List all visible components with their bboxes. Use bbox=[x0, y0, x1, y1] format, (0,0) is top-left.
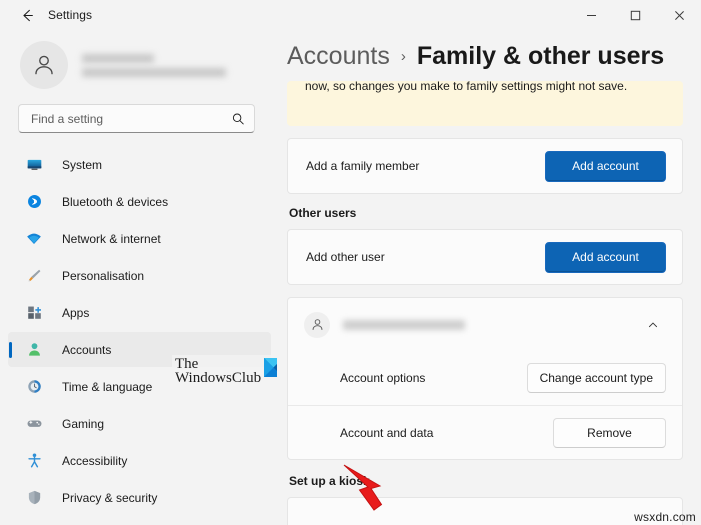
sidebar-item-privacy-security[interactable]: Privacy & security bbox=[8, 480, 271, 515]
sidebar-item-system[interactable]: System bbox=[8, 147, 271, 182]
back-arrow-icon bbox=[20, 8, 35, 23]
windowsclub-logo-icon bbox=[264, 358, 277, 377]
kiosk-card bbox=[287, 497, 683, 525]
settings-window: Settings bbox=[0, 0, 701, 525]
sidebar-item-label: Gaming bbox=[62, 417, 104, 431]
watermark-windowsclub-text: The WindowsClub bbox=[175, 357, 261, 385]
person-icon bbox=[310, 317, 325, 332]
account-options-label: Account options bbox=[306, 371, 527, 385]
remove-button[interactable]: Remove bbox=[553, 418, 666, 448]
sidebar-item-personalisation[interactable]: Personalisation bbox=[8, 258, 271, 293]
kiosk-row bbox=[288, 498, 682, 525]
sidebar-item-network-internet[interactable]: Network & internet bbox=[8, 221, 271, 256]
other-users-heading: Other users bbox=[289, 206, 683, 220]
sidebar-item-apps[interactable]: Apps bbox=[8, 295, 271, 330]
window-body: System Bluetooth & devices bbox=[0, 30, 701, 525]
add-other-user-button[interactable]: Add account bbox=[545, 242, 666, 273]
sidebar-nav: System Bluetooth & devices bbox=[0, 147, 277, 515]
page-title: Family & other users bbox=[417, 42, 664, 71]
family-warning-banner: now, so changes you make to family setti… bbox=[287, 81, 683, 126]
watermark-site: wsxdn.com bbox=[634, 510, 696, 524]
settings-scroll-area: now, so changes you make to family setti… bbox=[287, 81, 683, 525]
account-and-data-label: Account and data bbox=[306, 426, 553, 440]
sidebar-item-label: Privacy & security bbox=[62, 491, 157, 505]
sidebar-item-label: Apps bbox=[62, 306, 89, 320]
add-other-user-row: Add other user Add account bbox=[288, 230, 682, 284]
watermark-windowsclub: The WindowsClub bbox=[172, 355, 277, 387]
sidebar-item-label: Personalisation bbox=[62, 269, 144, 283]
sidebar-item-label: Network & internet bbox=[62, 232, 161, 246]
close-icon bbox=[674, 10, 685, 21]
kiosk-heading: Set up a kiosk bbox=[289, 474, 683, 488]
title-bar: Settings bbox=[0, 0, 701, 30]
chevron-right-icon: › bbox=[401, 48, 406, 65]
watermark-line-1: The bbox=[175, 357, 261, 371]
shield-icon bbox=[24, 488, 44, 508]
account-person-icon bbox=[24, 340, 44, 360]
content-pane: Accounts › Family & other users now, so … bbox=[277, 30, 701, 525]
user-account-card: Account options Change account type Acco… bbox=[287, 297, 683, 460]
sidebar-item-bluetooth-devices[interactable]: Bluetooth & devices bbox=[8, 184, 271, 219]
profile-email bbox=[82, 68, 226, 77]
minimize-button[interactable] bbox=[569, 0, 613, 30]
search-input[interactable] bbox=[31, 112, 231, 126]
minimize-icon bbox=[586, 10, 597, 21]
wifi-icon bbox=[24, 229, 44, 249]
add-family-member-card: Add a family member Add account bbox=[287, 138, 683, 194]
search-container bbox=[0, 92, 277, 133]
close-button[interactable] bbox=[657, 0, 701, 30]
search-icon[interactable] bbox=[231, 112, 245, 126]
family-warning-text: now, so changes you make to family setti… bbox=[305, 81, 665, 95]
sidebar-item-label: System bbox=[62, 158, 102, 172]
sidebar-item-label: Time & language bbox=[62, 380, 152, 394]
sidebar-item-gaming[interactable]: Gaming bbox=[8, 406, 271, 441]
search-box[interactable] bbox=[18, 104, 255, 133]
clock-icon bbox=[24, 377, 44, 397]
user-profile[interactable] bbox=[0, 30, 277, 92]
user-account-header[interactable] bbox=[288, 298, 682, 351]
watermark-line-2: WindowsClub bbox=[175, 371, 261, 385]
sidebar-item-label: Accounts bbox=[62, 343, 111, 357]
change-account-type-button[interactable]: Change account type bbox=[527, 363, 666, 393]
breadcrumb-parent[interactable]: Accounts bbox=[287, 42, 390, 71]
sidebar-item-label: Bluetooth & devices bbox=[62, 195, 168, 209]
monitor-icon bbox=[24, 155, 44, 175]
person-icon bbox=[31, 52, 57, 78]
user-account-email bbox=[343, 320, 465, 330]
user-avatar bbox=[304, 312, 330, 338]
window-controls bbox=[569, 0, 701, 30]
bluetooth-icon bbox=[24, 192, 44, 212]
apps-grid-icon bbox=[24, 303, 44, 323]
account-and-data-row: Account and data Remove bbox=[288, 405, 682, 459]
add-family-account-button[interactable]: Add account bbox=[545, 151, 666, 182]
avatar bbox=[20, 41, 68, 89]
window-title: Settings bbox=[48, 8, 92, 22]
breadcrumb: Accounts › Family & other users bbox=[287, 30, 683, 81]
accessibility-person-icon bbox=[24, 451, 44, 471]
maximize-button[interactable] bbox=[613, 0, 657, 30]
profile-name bbox=[82, 54, 154, 63]
add-family-member-row: Add a family member Add account bbox=[288, 139, 682, 193]
add-other-user-label: Add other user bbox=[306, 250, 545, 264]
account-options-row: Account options Change account type bbox=[288, 351, 682, 405]
paintbrush-icon bbox=[24, 266, 44, 286]
sidebar-item-label: Accessibility bbox=[62, 454, 127, 468]
back-button[interactable] bbox=[12, 1, 42, 29]
chevron-up-icon[interactable] bbox=[640, 312, 666, 338]
add-family-member-label: Add a family member bbox=[306, 159, 545, 173]
maximize-icon bbox=[630, 10, 641, 21]
add-other-user-card: Add other user Add account bbox=[287, 229, 683, 285]
profile-text bbox=[82, 54, 226, 77]
sidebar: System Bluetooth & devices bbox=[0, 30, 277, 525]
sidebar-item-accessibility[interactable]: Accessibility bbox=[8, 443, 271, 478]
gamepad-icon bbox=[24, 414, 44, 434]
